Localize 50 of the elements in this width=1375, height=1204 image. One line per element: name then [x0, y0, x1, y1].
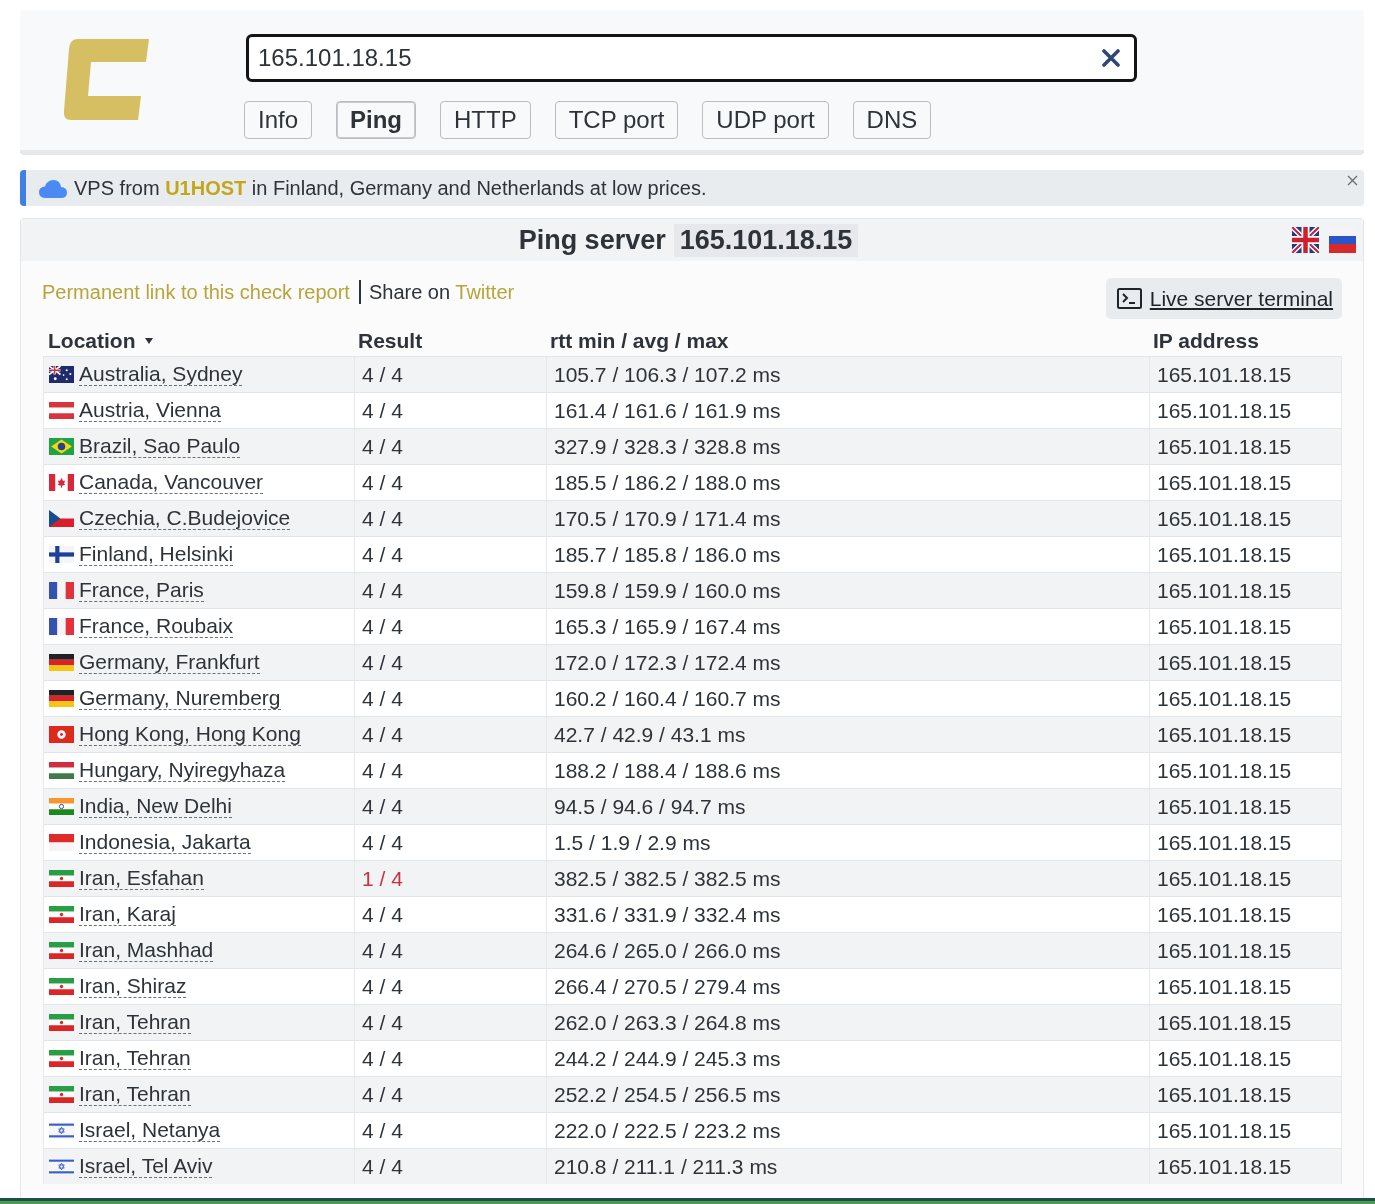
location-link[interactable]: Iran, Shiraz — [79, 974, 187, 998]
location-link[interactable]: Iran, Karaj — [79, 902, 176, 926]
location-link[interactable]: Israel, Netanya — [79, 1118, 221, 1142]
uk-flag-icon[interactable] — [1292, 227, 1319, 253]
location-link[interactable]: India, New Delhi — [79, 794, 232, 818]
notice-text: VPS from U1HOST in Finland, Germany and Netherlands at low prices. — [74, 176, 708, 200]
check-tab[interactable]: DNS — [852, 101, 932, 139]
column-header[interactable]: rtt min / avg / max — [550, 329, 729, 353]
column-header[interactable]: IP address — [1153, 329, 1259, 353]
clear-icon — [1102, 49, 1120, 67]
location-link[interactable]: France, Paris — [79, 578, 204, 602]
location-link[interactable]: Germany, Frankfurt — [79, 650, 260, 674]
check-tab[interactable]: UDP port — [702, 101, 829, 139]
result-cell: 4 / 4 — [354, 1149, 546, 1184]
check-tab[interactable]: Ping — [336, 101, 417, 139]
rtt-cell: 210.8 / 211.1 / 211.3 ms — [546, 1149, 1149, 1184]
location-link[interactable]: Czechia, C.Budejovice — [79, 506, 291, 530]
location-link[interactable]: Iran, Esfahan — [79, 866, 204, 890]
column-header[interactable]: Location — [48, 329, 153, 353]
close-icon — [1347, 175, 1358, 186]
location-link[interactable]: Iran, Tehran — [79, 1010, 191, 1034]
sort-caret-icon — [144, 338, 153, 344]
location-link[interactable]: Finland, Helsinki — [79, 542, 234, 566]
page-title: Ping server — [518, 224, 666, 256]
location-link[interactable]: Austria, Vienna — [79, 398, 222, 422]
terminal-button[interactable]: Live server terminal — [1105, 278, 1342, 319]
close-button[interactable] — [1347, 175, 1358, 186]
ip-cell: 165.101.18.15 — [1149, 1149, 1341, 1184]
cloud-icon — [39, 178, 67, 198]
location-link[interactable]: Indonesia, Jakarta — [79, 830, 251, 854]
location-link[interactable]: Hungary, Nyiregyhaza — [79, 758, 286, 782]
terminal-icon — [1116, 288, 1142, 309]
clear-button[interactable] — [1102, 49, 1120, 67]
location-link[interactable]: Iran, Tehran — [79, 1082, 191, 1106]
search-field[interactable]: 165.101.18.15 — [246, 34, 1137, 82]
check-tab[interactable]: Info — [244, 101, 313, 139]
location-link[interactable]: Iran, Mashhad — [79, 938, 214, 962]
location-link[interactable]: Hong Kong, Hong Kong — [79, 722, 301, 746]
share-text: Share on Twitter — [368, 280, 515, 304]
host-address: 165.101.18.15 — [673, 223, 859, 257]
location-link[interactable]: Germany, Nuremberg — [79, 686, 281, 710]
check-tab[interactable]: HTTP — [440, 101, 531, 139]
location-link[interactable]: Canada, Vancouver — [79, 470, 264, 494]
check-tab[interactable]: TCP port — [554, 101, 679, 139]
column-header[interactable]: Result — [358, 329, 423, 353]
location-link[interactable]: Iran, Tehran — [79, 1046, 191, 1070]
location-link[interactable]: Australia, Sydney — [79, 362, 243, 386]
location-link[interactable]: France, Roubaix — [79, 614, 234, 638]
location-link[interactable]: Israel, Tel Aviv — [79, 1154, 213, 1178]
location-link[interactable]: Brazil, Sao Paulo — [79, 434, 241, 458]
